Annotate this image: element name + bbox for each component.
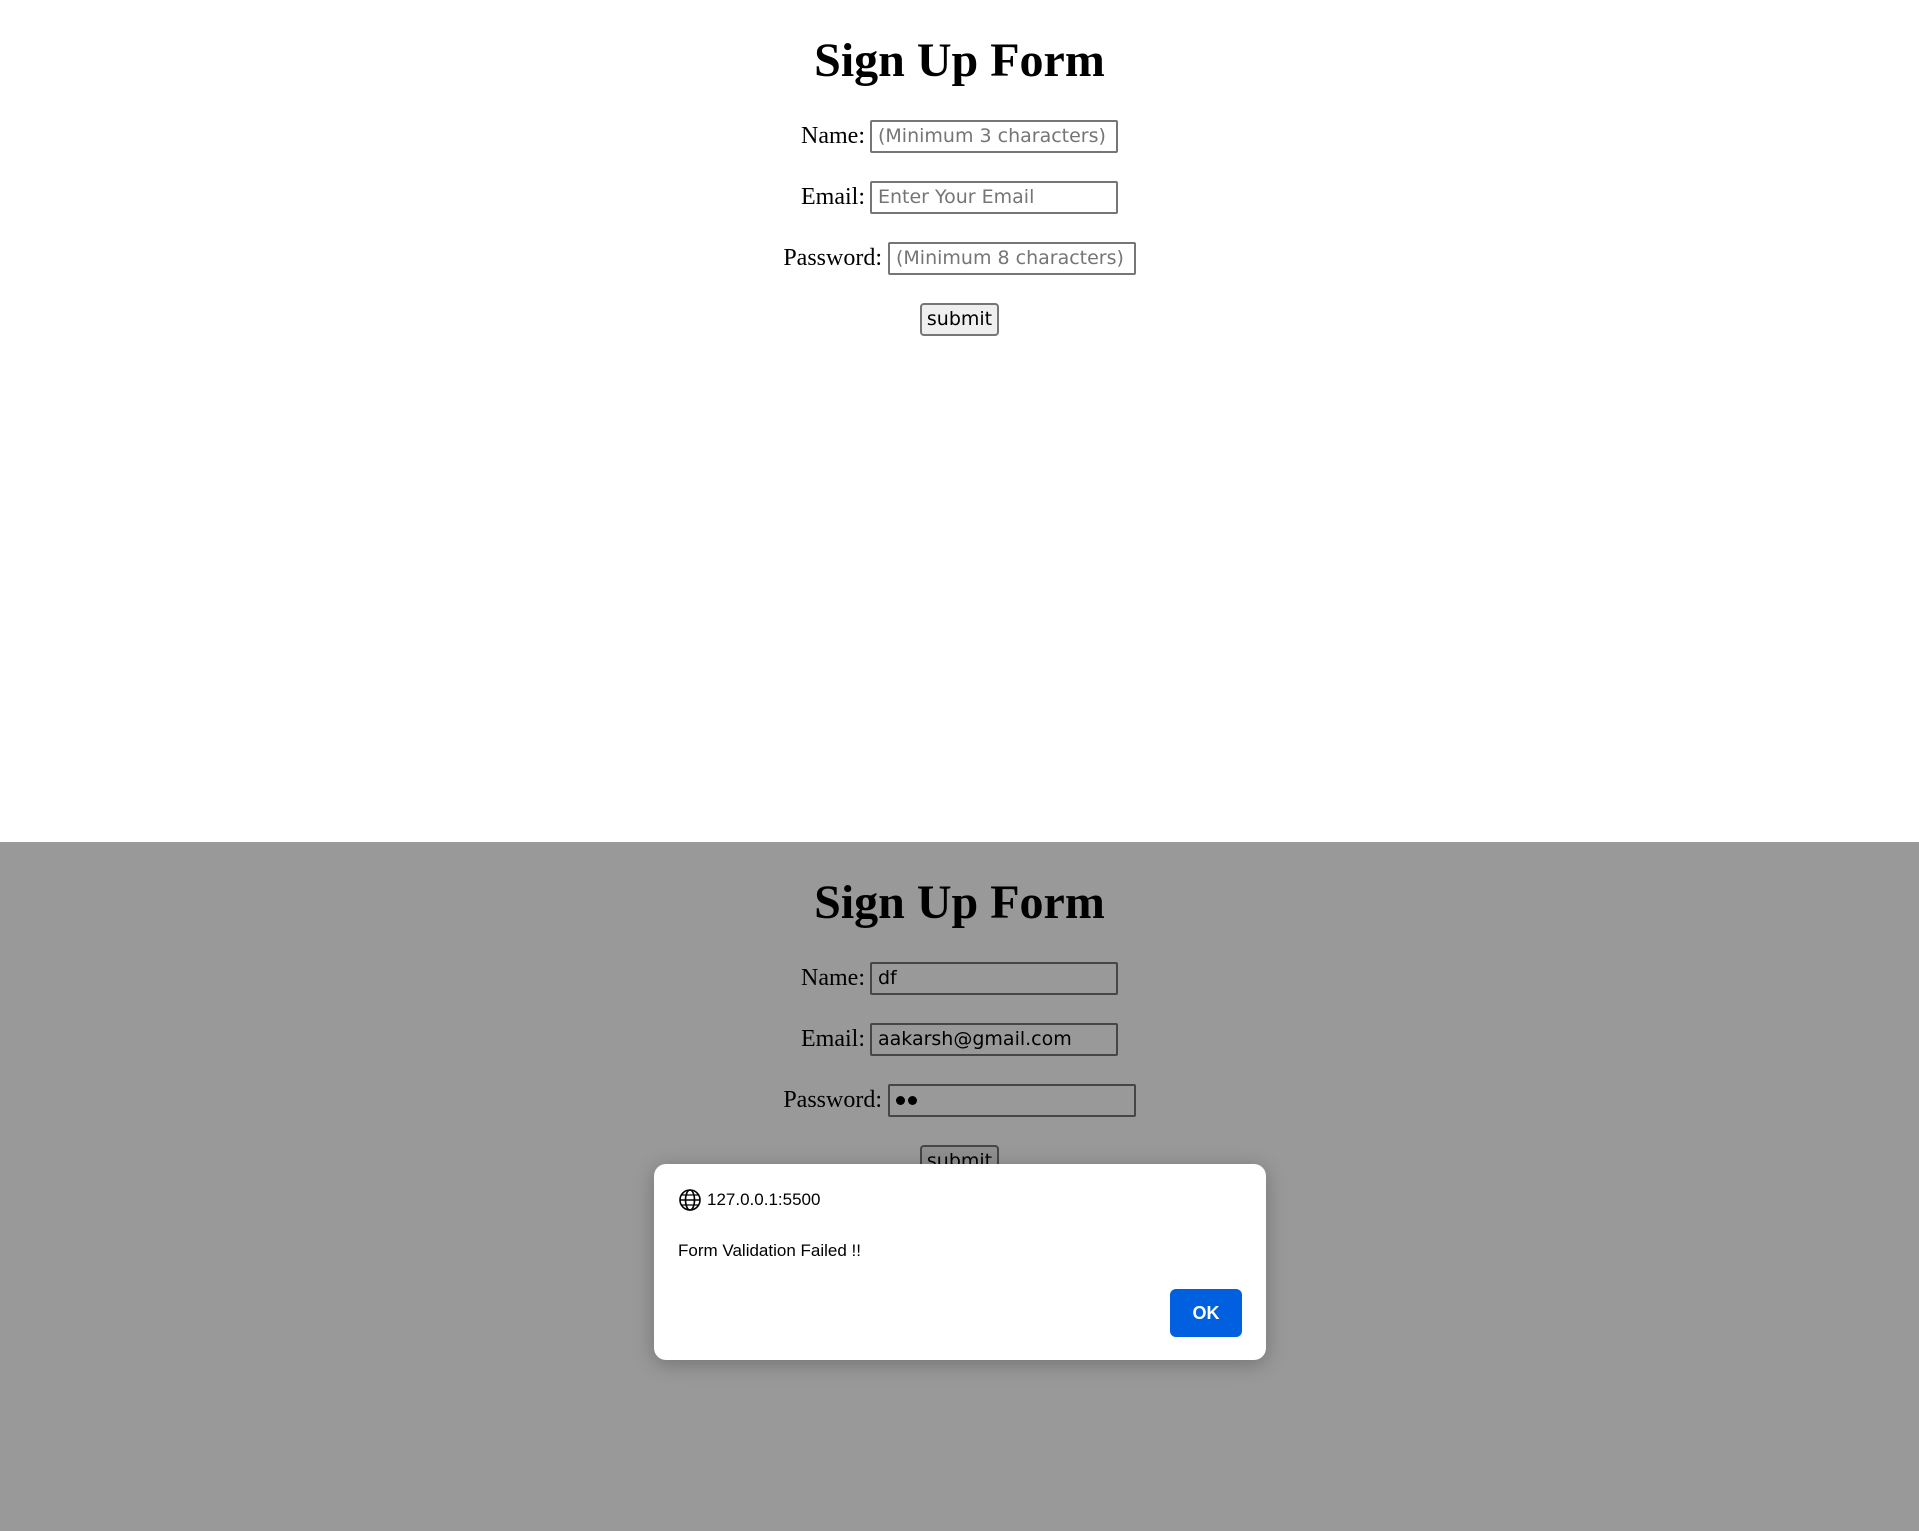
password-label: Password:: [783, 245, 882, 271]
signup-page-alert: Sign Up Form Name: df Email: aakarsh@gma…: [0, 842, 1919, 1531]
password-input[interactable]: (Minimum 8 characters): [888, 242, 1136, 275]
dialog-origin-text: 127.0.0.1:5500: [707, 1190, 821, 1209]
email-input[interactable]: Enter Your Email: [870, 181, 1118, 214]
email-label: Email:: [801, 184, 865, 210]
name-input[interactable]: (Minimum 3 characters): [870, 120, 1118, 153]
name-label: Name:: [801, 123, 865, 149]
submit-button[interactable]: submit: [920, 303, 999, 336]
globe-icon: [679, 1189, 701, 1211]
signup-page-empty: Sign Up Form Name: (Minimum 3 characters…: [0, 0, 1919, 842]
dialog-origin: 127.0.0.1:5500: [678, 1188, 820, 1212]
alert-dialog: 127.0.0.1:5500 Form Validation Failed !!…: [654, 1164, 1266, 1360]
ok-button[interactable]: OK: [1170, 1289, 1242, 1337]
page-title: Sign Up Form: [814, 34, 1105, 87]
dialog-message: Form Validation Failed !!: [678, 1241, 861, 1260]
